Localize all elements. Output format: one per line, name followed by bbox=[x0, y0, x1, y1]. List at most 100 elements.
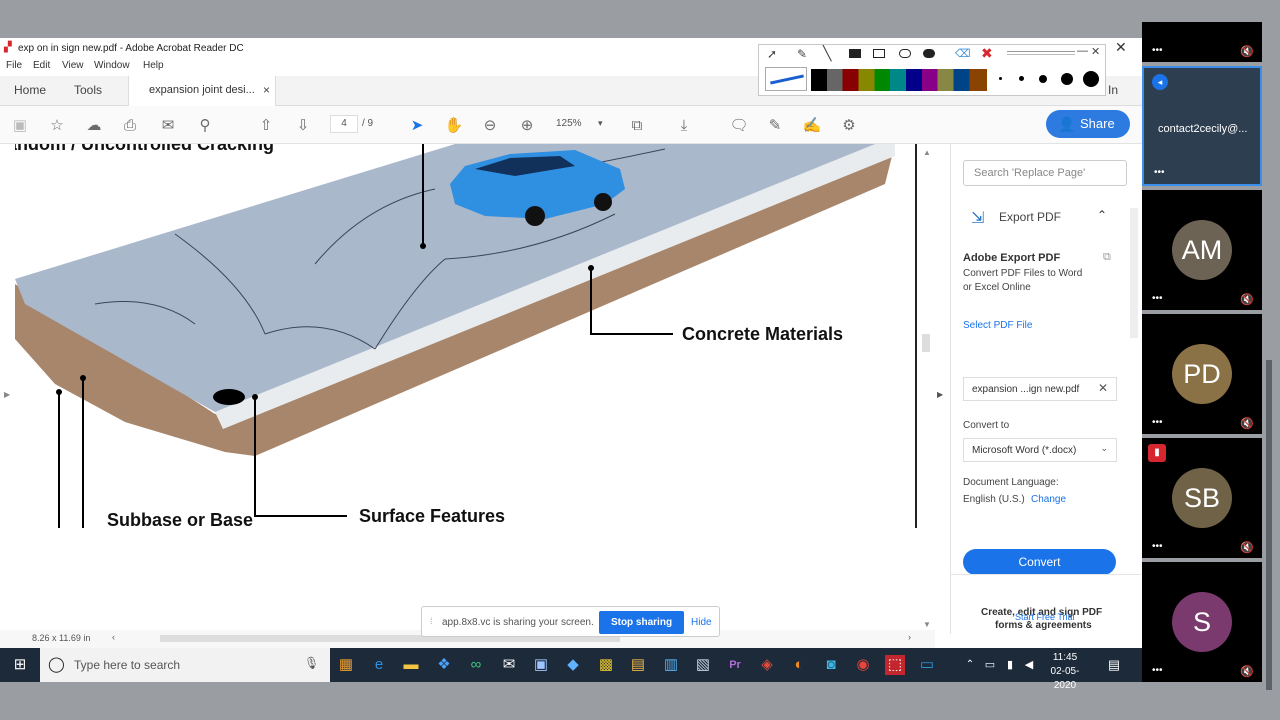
premiere-icon[interactable]: Pr bbox=[725, 655, 745, 675]
cursor-tool-icon[interactable]: ➚ bbox=[767, 47, 777, 61]
tab-home[interactable]: Home bbox=[14, 83, 46, 97]
app-icon-3[interactable]: ▩ bbox=[596, 655, 616, 675]
close-toolbar-icon[interactable]: ✕ bbox=[1091, 45, 1100, 58]
scroll-mode-icon[interactable]: ⤓ bbox=[674, 116, 694, 136]
file-explorer-icon[interactable]: ▬ bbox=[401, 655, 421, 675]
line-tool-icon[interactable]: ╲ bbox=[823, 45, 831, 62]
app-icon-4[interactable]: ▤ bbox=[628, 655, 648, 675]
windows-start-icon[interactable]: ⊞ bbox=[10, 655, 30, 675]
participant-tile-active[interactable]: ◂ contact2cecily@... ••• bbox=[1142, 66, 1262, 186]
app-icon-1[interactable]: ▣ bbox=[531, 655, 551, 675]
copy-icon[interactable]: ⧉ bbox=[1103, 251, 1111, 264]
more-options-icon[interactable]: ••• bbox=[1152, 293, 1163, 304]
current-color-swatch[interactable] bbox=[765, 67, 807, 91]
menu-help[interactable]: Help bbox=[143, 60, 164, 71]
scroll-right-icon[interactable]: › bbox=[908, 632, 911, 642]
menu-window[interactable]: Window bbox=[94, 60, 130, 71]
taskbar-clock[interactable]: 11:45 02-05-2020 bbox=[1040, 651, 1090, 693]
sign-in-link[interactable]: In bbox=[1108, 83, 1118, 97]
app-icon-2[interactable]: ◆ bbox=[563, 655, 583, 675]
notification-center-icon[interactable]: ▤ bbox=[1104, 655, 1124, 675]
email-icon[interactable]: ✉ bbox=[158, 116, 178, 136]
close-tab-icon[interactable]: × bbox=[263, 83, 270, 97]
minimize-toolbar-icon[interactable]: — bbox=[1077, 45, 1088, 57]
share-button[interactable]: 👤 Share bbox=[1046, 110, 1130, 138]
search-icon[interactable]: ⚲ bbox=[195, 116, 215, 136]
stop-sharing-button[interactable]: Stop sharing bbox=[599, 611, 684, 634]
eraser-tool-icon[interactable]: ⌫ bbox=[955, 47, 971, 60]
menu-edit[interactable]: Edit bbox=[33, 60, 50, 71]
more-options-icon[interactable]: ••• bbox=[1154, 167, 1165, 178]
convert-format-select[interactable]: Microsoft Word (*.docx) ⌄ bbox=[963, 438, 1117, 462]
app-icon-7[interactable]: ◈ bbox=[757, 655, 777, 675]
tray-chevron-up-icon[interactable]: ⌃ bbox=[960, 655, 980, 675]
pen-tool-icon[interactable]: ✎ bbox=[797, 47, 807, 61]
menu-view[interactable]: View bbox=[62, 60, 84, 71]
change-language-link[interactable]: Change bbox=[1031, 494, 1066, 505]
app-icon-9[interactable]: ◙ bbox=[821, 655, 841, 675]
battery-icon[interactable]: ▮ bbox=[1000, 655, 1020, 675]
select-cursor-icon[interactable]: ➤ bbox=[407, 116, 427, 136]
more-options-icon[interactable]: ••• bbox=[1152, 417, 1163, 428]
filled-ellipse-tool-icon[interactable] bbox=[923, 49, 935, 58]
chrome-icon[interactable]: ◉ bbox=[853, 655, 873, 675]
comment-icon[interactable]: 🗨 bbox=[729, 116, 749, 136]
app-icon-6[interactable]: ▧ bbox=[693, 655, 713, 675]
participant-tile-am[interactable]: AM ••• 🔇 bbox=[1142, 190, 1262, 310]
app-icon-10[interactable]: ▭ bbox=[917, 655, 937, 675]
microphone-icon[interactable]: 🎙 bbox=[304, 656, 319, 670]
edge-browser-icon[interactable]: e bbox=[369, 655, 389, 675]
scroll-down-icon[interactable]: ▼ bbox=[923, 620, 931, 629]
participant-tile-pd[interactable]: PD ••• 🔇 bbox=[1142, 314, 1262, 434]
participant-tile-top[interactable]: ••• 🔇 bbox=[1142, 22, 1262, 62]
vertical-scrollbar-thumb[interactable] bbox=[922, 334, 930, 352]
left-panel-toggle-icon[interactable]: ▶ bbox=[4, 390, 10, 399]
scroll-up-icon[interactable]: ▲ bbox=[923, 148, 931, 157]
infinity-app-icon[interactable]: ∞ bbox=[466, 655, 486, 675]
select-file-link[interactable]: Select PDF File bbox=[963, 320, 1032, 331]
tab-tools[interactable]: Tools bbox=[74, 83, 102, 97]
remove-file-icon[interactable]: ✕ bbox=[1098, 381, 1108, 395]
rect-tool-icon[interactable] bbox=[873, 49, 885, 58]
zoom-level-select[interactable]: 125% bbox=[556, 118, 582, 129]
zoom-out-icon[interactable]: ⊖ bbox=[480, 116, 500, 136]
next-page-icon[interactable]: ⇩ bbox=[293, 116, 313, 136]
page-number-input[interactable]: 4 bbox=[330, 115, 358, 133]
collapse-chevron-icon[interactable]: ⌃ bbox=[1097, 208, 1107, 222]
page-fit-icon[interactable]: ⧉ bbox=[627, 116, 647, 136]
selected-file[interactable]: expansion ...ign new.pdf ✕ bbox=[963, 377, 1117, 401]
participants-scrollbar[interactable] bbox=[1266, 360, 1272, 690]
acrobat-taskbar-icon[interactable]: ⬚ bbox=[885, 655, 905, 675]
store-icon[interactable]: ▦ bbox=[336, 655, 356, 675]
right-panel-toggle-icon[interactable]: ▶ bbox=[937, 390, 943, 399]
save-icon[interactable]: ▣ bbox=[10, 116, 30, 136]
hand-tool-icon[interactable]: ✋ bbox=[444, 116, 464, 136]
sign-icon[interactable]: ✍ bbox=[802, 116, 822, 136]
chevron-down-icon[interactable]: ▾ bbox=[598, 118, 603, 129]
scroll-left-icon[interactable]: ‹ bbox=[112, 632, 115, 642]
bookmark-star-icon[interactable]: ☆ bbox=[47, 116, 67, 136]
menu-file[interactable]: File bbox=[6, 60, 22, 71]
more-options-icon[interactable]: ••• bbox=[1152, 45, 1163, 56]
drag-handle-icon[interactable]: ⁞ bbox=[430, 616, 433, 626]
document-page[interactable]: andom / Uncontrolled Cracking Concrete M… bbox=[15, 144, 917, 528]
color-palette[interactable] bbox=[811, 69, 987, 91]
clear-drawing-icon[interactable]: ✖ bbox=[981, 45, 993, 62]
start-free-trial-link[interactable]: Start Free Trial bbox=[1015, 612, 1075, 622]
print-icon[interactable]: ⎙ bbox=[120, 116, 140, 136]
tools-search-input[interactable]: Search 'Replace Page' bbox=[963, 160, 1127, 186]
participant-tile-sb[interactable]: ▮ SB ••• 🔇 bbox=[1142, 438, 1262, 558]
participant-tile-s[interactable]: S ••• 🔇 bbox=[1142, 562, 1262, 682]
highlight-pen-icon[interactable]: ✎ bbox=[765, 116, 785, 136]
more-options-icon[interactable]: ••• bbox=[1152, 541, 1163, 552]
zoom-in-icon[interactable]: ⊕ bbox=[517, 116, 537, 136]
convert-button[interactable]: Convert bbox=[963, 549, 1116, 575]
app-icon-8[interactable]: ◐ bbox=[789, 655, 809, 675]
ellipse-tool-icon[interactable] bbox=[899, 49, 911, 58]
close-window-icon[interactable]: ✕ bbox=[1115, 39, 1127, 56]
tab-document[interactable]: expansion joint desi... × bbox=[128, 76, 276, 106]
more-options-icon[interactable]: ••• bbox=[1152, 665, 1163, 676]
brush-size-options[interactable] bbox=[993, 69, 1103, 91]
taskbar-search-input[interactable]: ◯ Type here to search 🎙 bbox=[40, 648, 330, 682]
thickness-slider[interactable] bbox=[1007, 51, 1075, 55]
